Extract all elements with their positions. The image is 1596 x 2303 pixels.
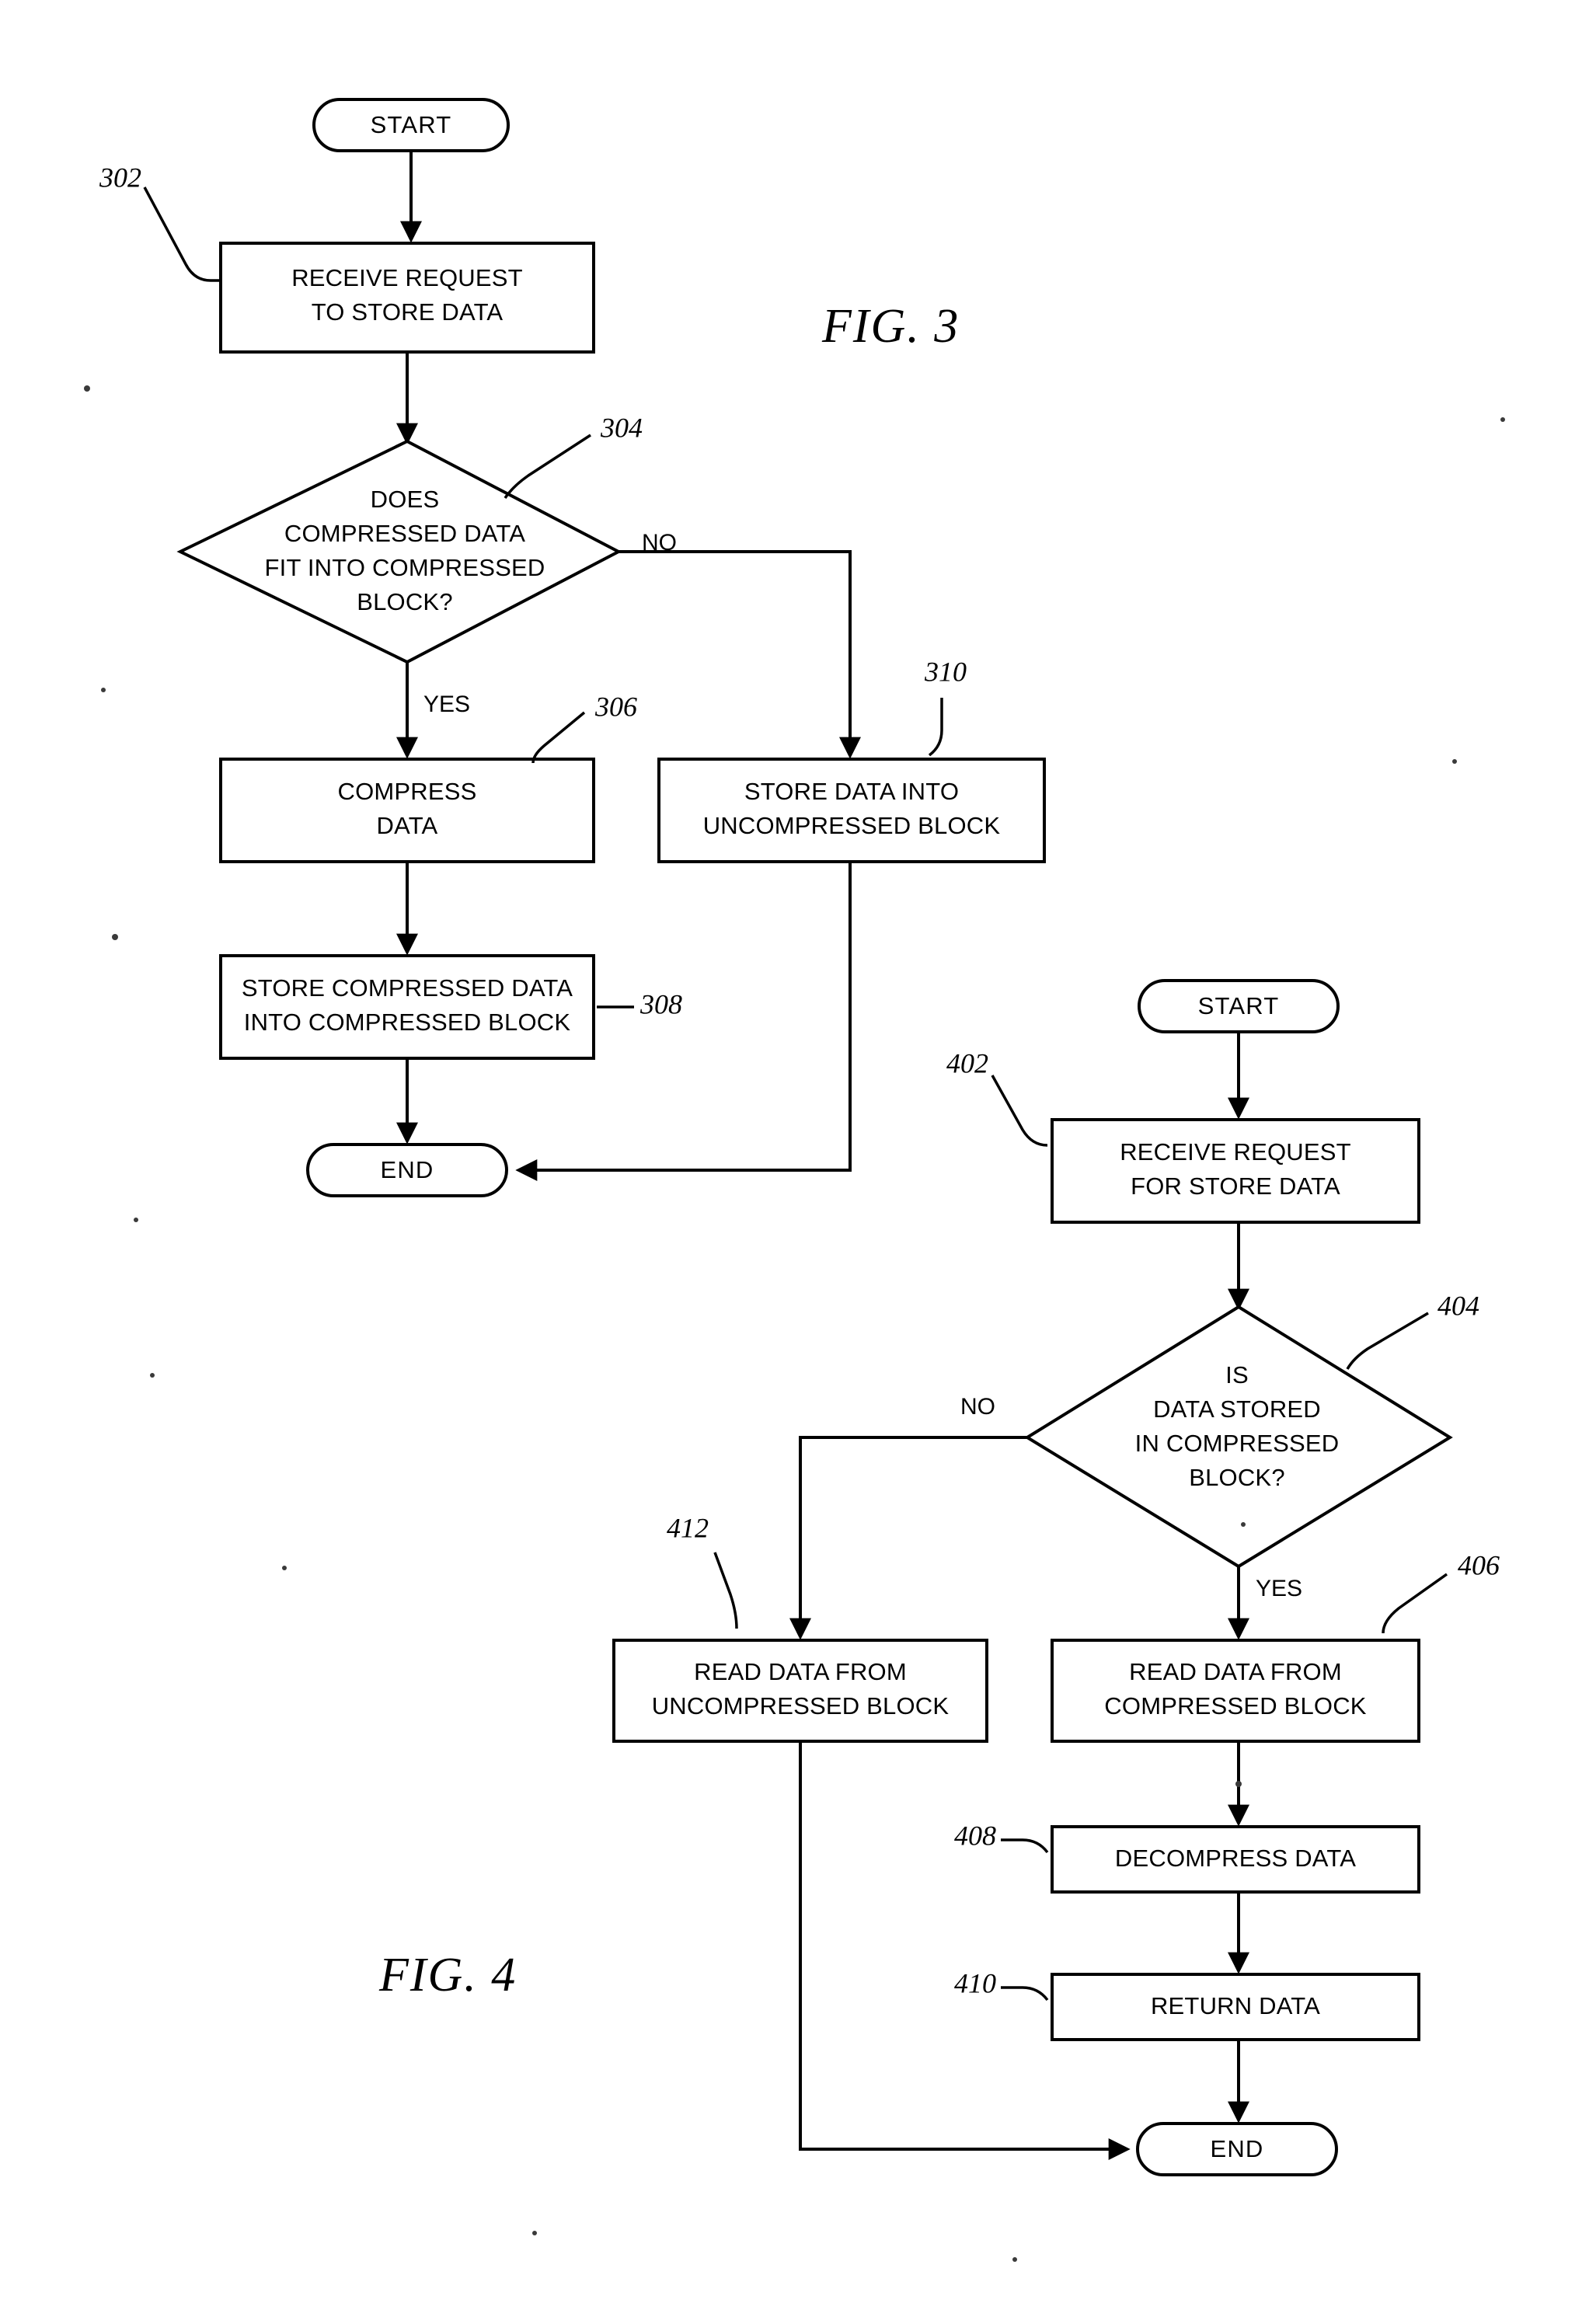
fig4-408-refnum: 408 (954, 1820, 996, 1851)
fig4-412-shape (612, 1639, 988, 1743)
fig3-306-refnum: 306 (594, 691, 637, 722)
fig4-404-label-line1: IS (1225, 1361, 1249, 1388)
fig3-308-refnum: 308 (639, 988, 682, 1019)
scan-speck (134, 1218, 138, 1222)
fig3-302-refnum: 302 (99, 162, 141, 193)
fig4-no-label: NO (960, 1394, 995, 1420)
fig4-406-refnum: 406 (1458, 1549, 1500, 1580)
fig3-yes-label: YES (423, 692, 470, 717)
fig3-308-shape (219, 954, 595, 1060)
fig3-308-label-line1: STORE COMPRESSED DATA (242, 974, 573, 1002)
fig3-302-leader (143, 186, 219, 282)
fig3-306-label-line1: COMPRESS (337, 778, 476, 805)
fig3-304-leader (504, 434, 591, 499)
fig4-406-leader (1382, 1573, 1448, 1634)
fig4-start-label: START (1198, 992, 1280, 1019)
fig4-412-leader (713, 1552, 738, 1629)
fig4-402-refnum: 402 (946, 1047, 988, 1078)
fig4-404-leader (1346, 1312, 1429, 1370)
flowchart-canvas: FIG. 3 START RECEIVE REQUEST TO STORE DA… (84, 98, 1505, 2262)
scan-speck (84, 385, 90, 392)
scan-speck (1500, 417, 1505, 422)
fig3-start-label: START (371, 111, 452, 138)
fig4-402-label-line1: RECEIVE REQUEST (1120, 1138, 1351, 1165)
fig3-302-shape (219, 242, 595, 354)
fig4-end-label: END (1210, 2135, 1263, 2162)
fig4-410-leader (1001, 1986, 1049, 2002)
fig3-304-label-line2: COMPRESSED DATA (284, 520, 525, 547)
fig4-404-label-line2: DATA STORED (1153, 1395, 1321, 1423)
scan-speck (101, 688, 106, 692)
fig4-caption: FIG. 4 (378, 1949, 517, 2002)
patent-drawing-page: FIG. 3 START RECEIVE REQUEST TO STORE DA… (0, 0, 1596, 2303)
scan-speck (1012, 2257, 1017, 2262)
fig4-402-label-line2: FOR STORE DATA (1131, 1172, 1340, 1200)
fig4-yes-label: YES (1256, 1576, 1302, 1601)
fig4-406-label-line2: COMPRESSED BLOCK (1104, 1692, 1367, 1719)
fig3-310-leader (928, 698, 943, 757)
scan-speck (112, 934, 118, 940)
fig4-404-label-line3: IN COMPRESSED (1135, 1430, 1340, 1457)
scan-speck (150, 1373, 155, 1378)
scan-speck (1241, 1522, 1246, 1527)
fig4-410-refnum: 410 (954, 1967, 996, 1998)
fig3-310-shape (657, 758, 1046, 863)
fig3-308-label-line2: INTO COMPRESSED BLOCK (244, 1009, 571, 1036)
fig3-302-label-line1: RECEIVE REQUEST (291, 264, 523, 291)
fig3-310-label-line2: UNCOMPRESSED BLOCK (703, 812, 1001, 839)
fig3-310-refnum: 310 (924, 656, 967, 687)
fig3-306-shape (219, 758, 595, 863)
fig3-end-label: END (380, 1156, 434, 1183)
scan-speck (1235, 1781, 1242, 1787)
fig4-404-refnum: 404 (1437, 1290, 1479, 1321)
fig4-408-label: DECOMPRESS DATA (1115, 1845, 1356, 1872)
fig3-306-label-line2: DATA (377, 812, 438, 839)
fig4-412-refnum: 412 (667, 1512, 709, 1543)
fig4-edge-412-to-end (799, 1741, 1131, 2160)
fig4-406-label-line1: READ DATA FROM (1129, 1658, 1342, 1685)
fig3-304-label-line3: FIT INTO COMPRESSED (265, 554, 545, 581)
fig3-304-shape (176, 439, 622, 664)
scan-speck (1452, 759, 1457, 764)
fig3-caption: FIG. 3 (821, 300, 960, 353)
fig3-310-label-line1: STORE DATA INTO (744, 778, 959, 805)
fig4-402-shape (1051, 1118, 1420, 1224)
scan-speck (532, 2231, 537, 2235)
fig3-302-label-line2: TO STORE DATA (312, 298, 504, 326)
fig4-edge-404-no (789, 1436, 1027, 1640)
fig4-412-label-line1: READ DATA FROM (694, 1658, 907, 1685)
fig4-406-shape (1051, 1639, 1420, 1743)
fig3-306-leader (531, 711, 586, 764)
fig3-304-label-line4: BLOCK? (357, 588, 453, 615)
scan-speck (282, 1566, 287, 1570)
fig3-edge-304-no (619, 550, 861, 759)
fig4-412-label-line2: UNCOMPRESSED BLOCK (652, 1692, 950, 1719)
fig3-304-refnum: 304 (600, 412, 643, 443)
fig3-304-label-line1: DOES (371, 486, 440, 513)
fig4-404-label-line4: BLOCK? (1189, 1464, 1285, 1491)
fig4-402-leader (991, 1075, 1048, 1147)
fig4-408-leader (1001, 1838, 1049, 1854)
fig4-410-label: RETURN DATA (1151, 1992, 1320, 2019)
